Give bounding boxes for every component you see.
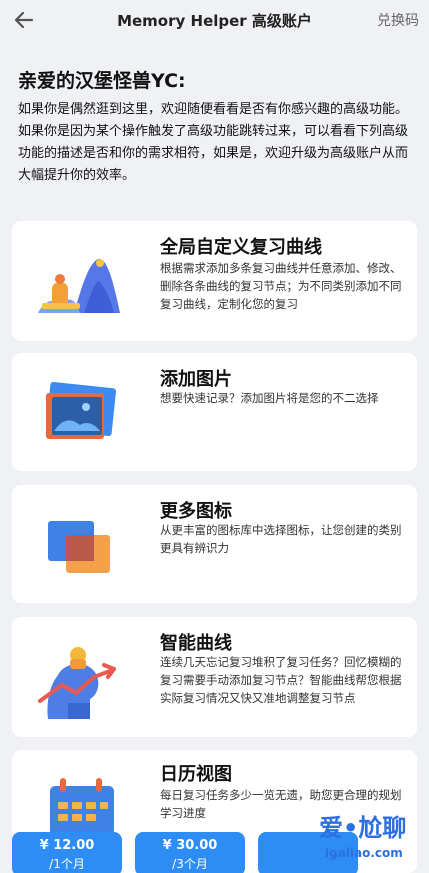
plan-period: /1个月 bbox=[49, 857, 85, 871]
redeem-code-button[interactable]: 兑换码 bbox=[377, 10, 419, 30]
feature-description: 从更丰富的图标库中选择图标，让您创建的类别更具有辨识力 bbox=[160, 523, 402, 555]
intro-paragraph-1: 如果你是偶然逛到这里，欢迎随便看看是否有你感兴趣的高级功能。 bbox=[18, 102, 409, 117]
intro-paragraph-2: 如果你是因为某个操作触发了高级功能跳转过来，可以看看下列高级功能的描述是否和你的… bbox=[18, 124, 409, 183]
feature-card-smart-curve[interactable]: 智能曲线 连续几天忘记复习堆积了复习任务？回忆模糊的复习需要手动添加复习节点？智… bbox=[12, 617, 417, 737]
feature-card-more-icons[interactable]: 更多图标 从更丰富的图标库中选择图标，让您创建的类别更具有辨识力 bbox=[12, 485, 417, 603]
feature-title: 更多图标 bbox=[160, 501, 232, 522]
watermark-url: igaliao.com bbox=[325, 846, 403, 860]
header-bar: Memory Helper 高级账户 兑换码 bbox=[0, 0, 429, 42]
plan-3-month-button[interactable]: ¥ 30.00 /3个月 bbox=[135, 832, 245, 873]
mountain-curve-icon bbox=[34, 245, 134, 317]
feature-card-custom-curve[interactable]: 全局自定义复习曲线 根据需求添加多条复习曲线并任意添加、修改、删除各条曲线的复习… bbox=[12, 221, 417, 341]
feature-title: 添加图片 bbox=[160, 369, 232, 390]
page-title: Memory Helper 高级账户 bbox=[117, 12, 312, 30]
feature-title: 日历视图 bbox=[160, 764, 232, 785]
feature-title: 全局自定义复习曲线 bbox=[160, 237, 322, 258]
smart-curve-icon bbox=[34, 641, 134, 721]
image-icon bbox=[34, 381, 124, 445]
plan-period: /3个月 bbox=[172, 857, 208, 871]
feature-title: 智能曲线 bbox=[160, 633, 232, 654]
feature-description: 想要快速记录？添加图片将是您的不二选择 bbox=[160, 391, 379, 405]
plan-price: ¥ 30.00 bbox=[162, 838, 218, 853]
feature-description: 根据需求添加多条复习曲线并任意添加、修改、删除各条曲线的复习节点；为不同类别添加… bbox=[160, 261, 402, 311]
plan-price: ¥ 12.00 bbox=[39, 838, 95, 853]
greeting-text: 亲爱的汉堡怪兽YC: bbox=[18, 70, 186, 92]
site-watermark: 爱•尬聊 igaliao.com bbox=[275, 808, 425, 868]
intro-section: 亲爱的汉堡怪兽YC: 如果你是偶然逛到这里，欢迎随便看看是否有你感兴趣的高级功能… bbox=[18, 66, 418, 187]
plan-1-month-button[interactable]: ¥ 12.00 /1个月 bbox=[12, 832, 122, 873]
feature-description: 连续几天忘记复习堆积了复习任务？回忆模糊的复习需要手动添加复习节点？智能曲线帮您… bbox=[160, 655, 402, 705]
feature-card-add-image[interactable]: 添加图片 想要快速记录？添加图片将是您的不二选择 bbox=[12, 353, 417, 471]
icons-library-icon bbox=[34, 517, 124, 577]
watermark-title: 爱•尬聊 bbox=[319, 814, 407, 842]
